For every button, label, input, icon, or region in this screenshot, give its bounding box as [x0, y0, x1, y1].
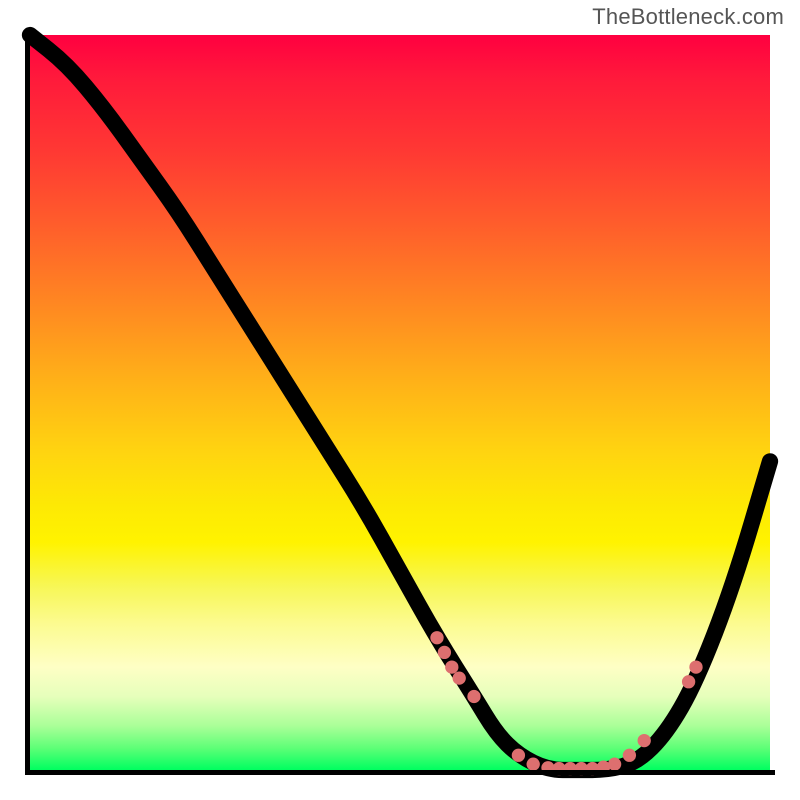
attribution-text: TheBottleneck.com [592, 4, 784, 30]
plot-area [25, 30, 775, 775]
axes-frame [25, 30, 775, 775]
chart-root: TheBottleneck.com [0, 0, 800, 800]
